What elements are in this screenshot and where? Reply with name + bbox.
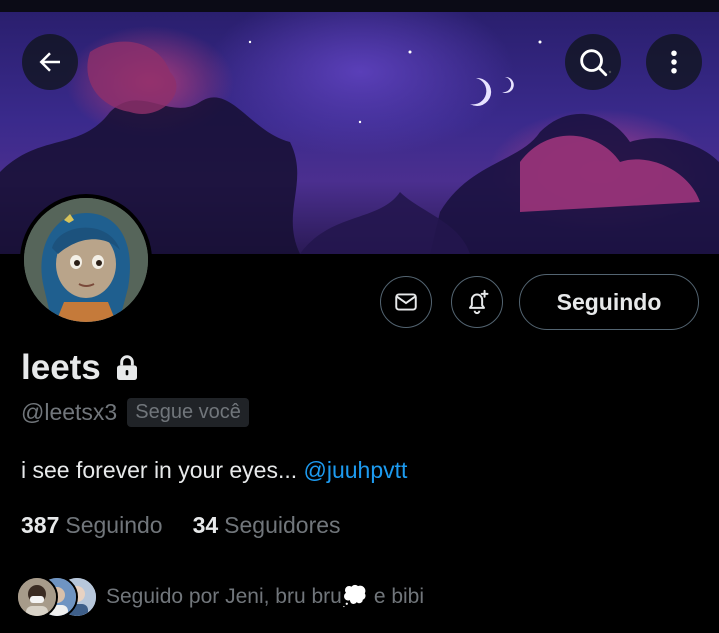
back-button[interactable] <box>22 34 78 90</box>
bio-mention-link[interactable]: @juuhpvtt <box>304 457 408 483</box>
message-button[interactable] <box>380 276 432 328</box>
avatar-image <box>24 198 148 322</box>
following-button[interactable]: Seguindo <box>519 274 699 330</box>
profile-stats: 387 Seguindo 34 Seguidores <box>21 512 341 539</box>
following-stat[interactable]: 387 Seguindo <box>21 512 163 539</box>
mail-icon <box>395 293 417 311</box>
following-label: Seguindo <box>65 512 163 538</box>
followed-by-avatars <box>16 576 100 618</box>
notifications-button[interactable] <box>451 276 503 328</box>
following-count: 387 <box>21 512 60 538</box>
avatar <box>16 576 58 618</box>
search-button[interactable] <box>565 34 621 90</box>
followers-stat[interactable]: 34 Seguidores <box>193 512 341 539</box>
profile-handle: @leetsx3 <box>21 399 118 425</box>
follows-you-badge: Segue você <box>127 398 249 427</box>
lock-icon <box>116 355 137 380</box>
more-options-button[interactable] <box>646 34 702 90</box>
followed-by-text: Seguido por Jeni, bru bru💭 e bibi <box>106 585 424 609</box>
more-vertical-icon <box>671 50 677 74</box>
status-bar <box>0 0 719 12</box>
profile-name: leets <box>21 348 101 387</box>
bio-text: i see forever in your eyes... <box>21 457 304 483</box>
search-icon <box>580 49 608 77</box>
handle-row: @leetsx3 Segue você <box>21 398 249 427</box>
arrow-left-icon <box>39 52 60 72</box>
followers-label: Seguidores <box>224 512 341 538</box>
followed-by-suffix: e bibi <box>367 585 425 608</box>
followed-by-row[interactable]: Seguido por Jeni, bru bru💭 e bibi <box>16 576 424 618</box>
profile-avatar[interactable] <box>20 194 152 326</box>
followed-by-names: Seguido por Jeni, bru bru <box>106 585 342 608</box>
profile-name-row: leets <box>21 348 143 388</box>
profile-bio: i see forever in your eyes... @juuhpvtt <box>21 457 407 484</box>
followers-count: 34 <box>192 512 219 538</box>
thought-balloon-emoji: 💭 <box>341 585 368 608</box>
bell-plus-icon <box>469 289 489 315</box>
